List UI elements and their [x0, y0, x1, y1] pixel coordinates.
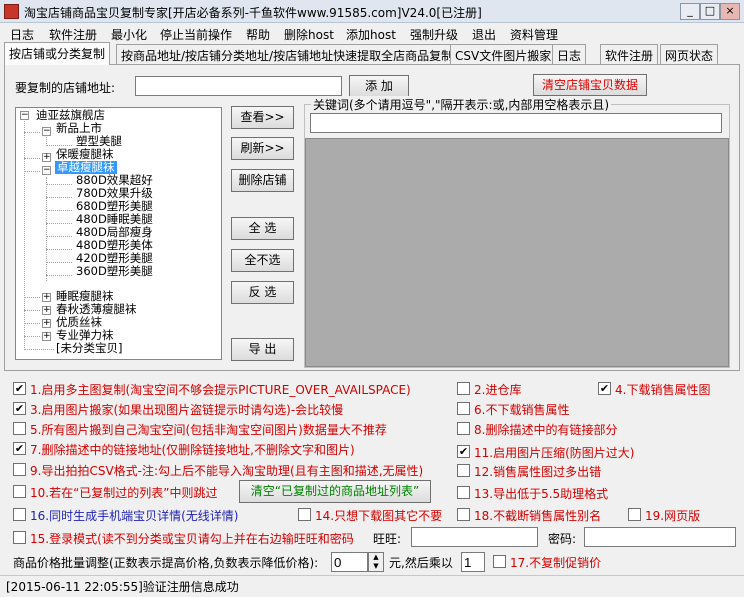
option-14-checkbox[interactable] — [298, 508, 311, 521]
tree-collapse-toggle[interactable]: − — [42, 166, 51, 175]
shop-url-label: 要复制的店铺地址: — [15, 81, 116, 95]
refresh-button[interactable]: 刷新>> — [231, 137, 294, 160]
tab-log[interactable]: 日志 — [552, 44, 587, 64]
menu-exit[interactable]: 退出 — [472, 26, 496, 43]
select-all-button[interactable]: 全 选 — [231, 217, 294, 240]
window-title: 淘宝店铺商品宝贝复制专家[开店必备系列-千鱼软件www.91585.com]V2… — [24, 6, 482, 20]
wangwang-input[interactable] — [411, 527, 538, 547]
clear-shop-data-button[interactable]: 清空店铺宝贝数据 — [533, 74, 647, 96]
tree-expand-toggle[interactable]: + — [42, 332, 51, 341]
app-icon — [4, 4, 19, 19]
tab-csv-images[interactable]: CSV文件图片搬家 — [450, 44, 557, 64]
maximize-button[interactable]: □ — [700, 3, 720, 20]
option-6-checkbox[interactable] — [457, 402, 470, 415]
option-13-checkbox[interactable] — [457, 486, 470, 499]
category-tree[interactable]: − 迪亚兹旗舰店 − 新品上市 塑型美腿 + 保暖瘦腿袜 − 卓越瘦腿袜 880… — [15, 107, 222, 360]
option-5-checkbox[interactable] — [13, 422, 26, 435]
multiply-label: 元,然后乘以 — [389, 556, 453, 570]
option-12-label: 12.销售属性图过多出错 — [474, 465, 602, 479]
keyword-input[interactable] — [310, 113, 722, 133]
tree-expand-toggle[interactable]: + — [42, 153, 51, 162]
clear-copied-list-button[interactable]: 清空“已复制过的商品地址列表” — [239, 480, 431, 503]
option-18-label: 18.不截断销售属性别名 — [474, 509, 602, 523]
option-19-label: 19.网页版 — [645, 509, 701, 523]
option-9-label: 9.导出拍拍CSV格式-注:勾上后不能导入淘宝助理(且有主图和描述,无属性) — [30, 464, 424, 478]
tab-copy-by-url[interactable]: 按商品地址/按店铺分类地址/按店铺地址快速提取全店商品复制 — [116, 44, 459, 64]
option-14-label: 14.只想下载图其它不要 — [315, 509, 443, 523]
option-8-label: 8.删除描述中的有链接部分 — [474, 423, 618, 437]
option-8-checkbox[interactable] — [457, 422, 470, 435]
option-11-label: 11.启用图片压缩(防图片过大) — [474, 446, 635, 460]
preview-area — [305, 138, 729, 367]
option-15-label: 15.登录模式(读不到分类或宝贝请勾上并在右边输旺旺和密码 — [30, 532, 354, 546]
wangwang-label: 旺旺: — [373, 532, 402, 546]
price-spinner[interactable]: ▲ ▼ — [368, 552, 384, 572]
option-12-checkbox[interactable] — [457, 464, 470, 477]
tree-collapse-toggle[interactable]: − — [20, 111, 29, 120]
tree-collapse-toggle[interactable]: − — [42, 127, 51, 136]
option-9-checkbox[interactable] — [13, 463, 26, 476]
status-text: [2015-06-11 22:05:55]验证注册信息成功 — [6, 580, 239, 594]
option-3-label: 3.启用图片搬家(如果出现图片盗链提示时请勾选)-会比较慢 — [30, 403, 344, 417]
option-4-label: 4.下载销售属性图 — [615, 383, 711, 397]
option-17-label: 17.不复制促销价 — [510, 556, 602, 570]
menu-add-host[interactable]: 添加host — [346, 26, 396, 43]
menu-help[interactable]: 帮助 — [246, 26, 270, 43]
password-label: 密码: — [548, 532, 577, 546]
price-adjust-input[interactable] — [331, 552, 368, 572]
menu-minimize[interactable]: 最小化 — [111, 26, 147, 43]
option-18-checkbox[interactable] — [457, 508, 470, 521]
multiply-input[interactable] — [461, 552, 485, 572]
option-2-checkbox[interactable] — [457, 382, 470, 395]
menu-data-manage[interactable]: 资料管理 — [510, 26, 558, 43]
menu-stop[interactable]: 停止当前操作 — [160, 26, 232, 43]
menu-delete-host[interactable]: 删除host — [284, 26, 334, 43]
tab-copy-by-shop[interactable]: 按店铺或分类复制 — [4, 42, 111, 65]
option-7-label: 7.删除描述中的链接地址(仅删除链接地址,不删除文字和图片) — [30, 443, 355, 457]
menu-force-upgrade[interactable]: 强制升级 — [410, 26, 458, 43]
option-13-label: 13.导出低于5.5助理格式 — [474, 487, 609, 501]
invert-selection-button[interactable]: 反 选 — [231, 281, 294, 304]
price-adjust-label: 商品价格批量调整(正数表示提高价格,负数表示降低价格): — [13, 556, 319, 570]
spin-up-icon[interactable]: ▲ — [369, 553, 383, 562]
option-2-label: 2.进仓库 — [474, 383, 522, 397]
option-10-label: 10.若在“已复制过的列表”中则跳过 — [30, 486, 218, 500]
option-5-label: 5.所有图片搬到自己淘宝空间(包括非淘宝空间图片)数据量大不推荐 — [30, 423, 387, 437]
keyword-label: 关键词(多个请用逗号","隔开表示:或,内部用空格表示且) — [311, 96, 612, 113]
shop-url-input[interactable] — [135, 76, 342, 96]
option-15-checkbox[interactable] — [13, 531, 26, 544]
option-19-checkbox[interactable] — [628, 508, 641, 521]
export-button[interactable]: 导 出 — [231, 338, 294, 361]
tree-node-360d[interactable]: 360D塑形美腿 — [76, 265, 153, 278]
menu-log[interactable]: 日志 — [10, 26, 34, 43]
option-16-label: 16.同时生成手机端宝贝详情(无线详情) — [30, 509, 239, 523]
tree-expand-toggle[interactable]: + — [42, 319, 51, 328]
tree-node-uncategorized[interactable]: [未分类宝贝] — [56, 342, 122, 355]
option-7-checkbox[interactable]: ✔ — [13, 442, 26, 455]
spin-down-icon[interactable]: ▼ — [369, 562, 383, 571]
select-none-button[interactable]: 全不选 — [231, 249, 294, 272]
option-11-checkbox[interactable]: ✔ — [457, 445, 470, 458]
option-6-label: 6.不下载销售属性 — [474, 403, 570, 417]
option-4-checkbox[interactable]: ✔ — [598, 382, 611, 395]
option-16-checkbox[interactable] — [13, 508, 26, 521]
option-17-checkbox[interactable] — [493, 555, 506, 568]
option-10-checkbox[interactable] — [13, 485, 26, 498]
tab-web-status[interactable]: 网页状态 — [660, 44, 719, 64]
menu-register[interactable]: 软件注册 — [49, 26, 97, 43]
tree-expand-toggle[interactable]: + — [42, 306, 51, 315]
option-1-checkbox[interactable]: ✔ — [13, 382, 26, 395]
option-1-label: 1.启用多主图复制(淘宝空间不够会提示PICTURE_OVER_AVAILSPA… — [30, 383, 411, 397]
option-3-checkbox[interactable]: ✔ — [13, 402, 26, 415]
delete-shop-button[interactable]: 删除店铺 — [231, 169, 294, 192]
tree-expand-toggle[interactable]: + — [42, 293, 51, 302]
view-button[interactable]: 查看>> — [231, 106, 294, 129]
tab-register[interactable]: 软件注册 — [600, 44, 659, 64]
close-button[interactable]: × — [720, 3, 740, 20]
password-input[interactable] — [584, 527, 736, 547]
add-shop-button[interactable]: 添 加 — [349, 75, 409, 97]
minimize-button[interactable]: _ — [680, 3, 700, 20]
